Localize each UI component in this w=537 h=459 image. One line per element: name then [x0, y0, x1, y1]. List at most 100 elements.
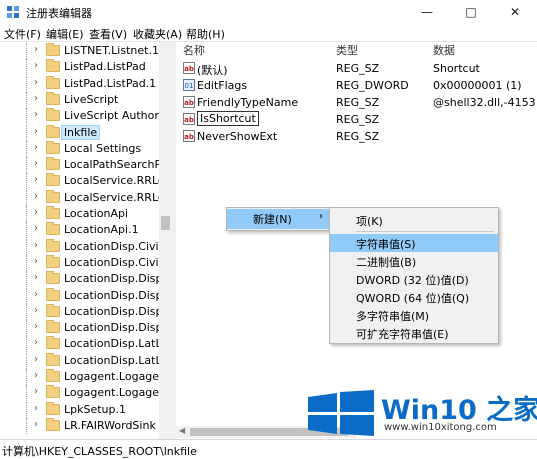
value-row[interactable]: ab (默认) REG_SZ Shortcut — [176, 60, 537, 77]
expand-arrow-icon[interactable]: › — [34, 44, 38, 55]
expand-arrow-icon[interactable]: › — [34, 174, 38, 185]
folder-icon — [46, 287, 60, 301]
tree-item-label: LiveScript Author — [64, 109, 159, 123]
submenu-item-label: DWORD (32 位)值(D) — [356, 274, 469, 287]
value-row[interactable]: ab NeverShowExt REG_SZ — [176, 128, 537, 145]
expand-arrow-icon[interactable]: › — [34, 77, 38, 88]
minimize-button[interactable]: — — [405, 0, 449, 24]
expand-arrow-icon[interactable]: › — [34, 191, 38, 202]
tree-scrollbar-thumb[interactable] — [161, 216, 170, 230]
submenu-item-label: 可扩充字符串值(E) — [356, 328, 449, 341]
expand-arrow-icon[interactable]: › — [34, 419, 38, 430]
column-header-name[interactable]: 名称 — [183, 42, 205, 60]
tree-scrollbar[interactable] — [159, 42, 172, 439]
folder-icon — [46, 59, 60, 73]
tree-item[interactable]: › LiveScript — [0, 91, 159, 108]
tree-item[interactable]: › LocationDisp.DispCi — [0, 271, 159, 288]
tree-item[interactable]: › ListPad.ListPad — [0, 59, 159, 76]
submenu-item[interactable]: QWORD (64 位)值(Q) — [330, 288, 498, 306]
tree-item[interactable]: › LISTNET.Listnet.16 — [0, 43, 159, 59]
expand-arrow-icon[interactable]: › — [34, 272, 38, 283]
value-name: FriendlyTypeName — [197, 96, 299, 109]
menu-help[interactable]: 帮助(H) — [186, 26, 225, 42]
tree-item[interactable]: › LpkSetup.1 — [0, 401, 159, 418]
expand-arrow-icon[interactable]: › — [34, 386, 38, 397]
menu-separator — [356, 231, 494, 232]
column-header-data[interactable]: 数据 — [433, 42, 455, 60]
key-tree[interactable]: › LISTNET.Listnet.16 › ListPad.ListPad › List… — [0, 42, 159, 439]
tree-line — [0, 369, 28, 385]
menu-view[interactable]: 查看(V) — [89, 26, 127, 42]
expand-arrow-icon[interactable]: › — [34, 321, 38, 332]
tree-item[interactable]: › Local Settings — [0, 140, 159, 157]
tree-item[interactable]: › LocationApi — [0, 206, 159, 222]
value-type: REG_SZ — [336, 113, 380, 126]
value-data: @shell32.dll,-4153 — [433, 96, 536, 109]
value-row[interactable]: 01 EditFlags REG_DWORD 0x00000001 (1) — [176, 77, 537, 94]
expand-arrow-icon[interactable]: › — [34, 207, 38, 218]
expand-arrow-icon[interactable]: › — [34, 126, 38, 137]
expand-arrow-icon[interactable]: › — [34, 93, 38, 104]
menu-item-new[interactable]: 新建(N) › — [227, 209, 331, 229]
submenu-item[interactable]: 项(K) — [330, 211, 498, 229]
tree-item[interactable]: › Logagent.Logagent — [0, 385, 159, 402]
tree-item[interactable]: › ListPad.ListPad.1 — [0, 75, 159, 92]
tree-item[interactable]: › Logagent.Logagent — [0, 369, 159, 385]
expand-arrow-icon[interactable]: › — [34, 223, 38, 234]
maximize-button[interactable]: □ — [449, 0, 493, 24]
tree-item[interactable]: › LocationDisp.LatLor — [0, 336, 159, 353]
tree-item[interactable]: › lnkfile — [0, 124, 159, 141]
tree-item-label: LocationApi.1 — [64, 223, 139, 237]
submenu-item[interactable]: DWORD (32 位)值(D) — [330, 270, 498, 288]
expand-arrow-icon[interactable]: › — [34, 256, 38, 267]
submenu-item[interactable]: 可扩充字符串值(E) — [330, 324, 498, 342]
value-row[interactable]: ab IsShortcut REG_SZ — [176, 111, 537, 128]
expand-arrow-icon[interactable]: › — [34, 289, 38, 300]
menu-edit[interactable]: 编辑(E) — [46, 26, 84, 42]
expand-arrow-icon[interactable]: › — [34, 305, 38, 316]
expand-arrow-icon[interactable]: › — [34, 403, 38, 414]
tree-item[interactable]: › LocationDisp.CivicAc — [0, 254, 159, 271]
status-path: 计算机\HKEY_CLASSES_ROOT\lnkfile — [2, 445, 197, 458]
tree-line — [0, 401, 28, 418]
folder-icon — [46, 108, 60, 122]
expand-arrow-icon[interactable]: › — [34, 60, 38, 71]
value-name[interactable]: IsShortcut — [197, 111, 259, 126]
close-button[interactable]: ✕ — [493, 0, 537, 24]
expand-arrow-icon[interactable]: › — [34, 370, 38, 381]
scroll-left-icon[interactable]: ◀ — [179, 426, 185, 435]
menu-favorites[interactable]: 收藏夹(A) — [133, 26, 182, 42]
folder-icon — [46, 303, 60, 317]
value-row[interactable]: ab FriendlyTypeName REG_SZ @shell32.dll,-41… — [176, 94, 537, 111]
expand-arrow-icon[interactable]: › — [34, 354, 38, 365]
tree-item[interactable]: › LocationDisp.CivicAc — [0, 238, 159, 255]
binary-value-icon: 01 — [183, 79, 195, 91]
tree-line — [0, 124, 28, 141]
tree-item[interactable]: › LR.FAIRWordSink — [0, 417, 159, 434]
submenu-item-label: 二进制值(B) — [356, 256, 417, 269]
column-header-type[interactable]: 类型 — [336, 42, 358, 60]
tree-item[interactable]: › LocationDisp.LatLor — [0, 352, 159, 369]
tree-item[interactable]: › LocalService.RRLoca — [0, 173, 159, 190]
tree-line — [0, 43, 28, 59]
tree-item[interactable]: › LocalPathSearchPro — [0, 157, 159, 174]
menu-file[interactable]: 文件(F) — [4, 26, 41, 42]
tree-item[interactable]: › LocationDisp.DispCi — [0, 287, 159, 304]
submenu-item[interactable]: 多字符串值(M) — [330, 306, 498, 324]
tree-item[interactable]: › LocationDisp.DispLa — [0, 303, 159, 320]
expand-arrow-icon[interactable]: › — [34, 142, 38, 153]
tree-item-label: LocationDisp.CivicAc — [64, 255, 159, 269]
expand-arrow-icon[interactable]: › — [34, 109, 38, 120]
expand-arrow-icon[interactable]: › — [34, 240, 38, 251]
windows-logo-icon — [308, 390, 374, 436]
submenu-item[interactable]: 二进制值(B) — [330, 252, 498, 270]
tree-line — [0, 173, 28, 190]
value-type: REG_DWORD — [336, 79, 409, 92]
tree-item[interactable]: › LocationDisp.DispLa — [0, 320, 159, 337]
submenu-item[interactable]: 字符串值(S) — [330, 234, 498, 252]
tree-item[interactable]: › LocalService.RRLoca — [0, 189, 159, 206]
tree-item[interactable]: › LocationApi.1 — [0, 222, 159, 239]
expand-arrow-icon[interactable]: › — [34, 158, 38, 169]
expand-arrow-icon[interactable]: › — [34, 337, 38, 348]
tree-item[interactable]: › LiveScript Author — [0, 108, 159, 125]
